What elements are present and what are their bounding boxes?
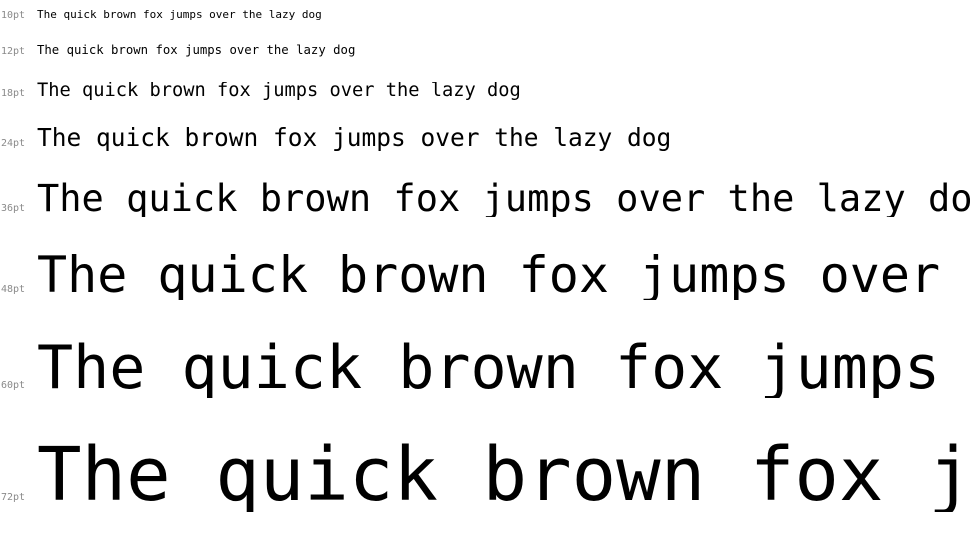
specimen-row-10pt: 10pt The quick brown fox jumps over the … <box>0 9 970 21</box>
sample-text: The quick brown fox jumps over the lazy … <box>37 250 970 300</box>
sample-text: The quick brown fox jumps over the lazy … <box>37 44 356 57</box>
sample-text: The quick brown fox jumps over the lazy … <box>37 180 970 217</box>
specimen-row-36pt: 36pt The quick brown fox jumps over the … <box>0 180 970 217</box>
sample-text: The quick brown fox jumps over the lazy … <box>37 82 521 101</box>
size-label: 12pt <box>1 46 26 57</box>
specimen-row-60pt: 60pt The quick brown fox jumps over the … <box>0 338 970 398</box>
sample-text: The quick brown fox jumps over the lazy … <box>37 438 970 512</box>
specimen-row-72pt: 72pt The quick brown fox jumps over the … <box>0 438 970 512</box>
sample-text: The quick brown fox jumps over the lazy … <box>37 126 672 151</box>
size-label: 36pt <box>1 203 26 214</box>
specimen-row-48pt: 48pt The quick brown fox jumps over the … <box>0 250 970 300</box>
specimen-row-18pt: 18pt The quick brown fox jumps over the … <box>0 82 970 101</box>
size-label: 24pt <box>1 138 26 149</box>
specimen-row-24pt: 24pt The quick brown fox jumps over the … <box>0 126 970 151</box>
size-label: 18pt <box>1 88 26 99</box>
size-label: 60pt <box>1 380 26 391</box>
size-label: 72pt <box>1 492 26 503</box>
sample-text: The quick brown fox jumps over the lazy … <box>37 338 970 398</box>
size-label: 10pt <box>1 10 26 21</box>
sample-text: The quick brown fox jumps over the lazy … <box>37 9 322 21</box>
specimen-row-12pt: 12pt The quick brown fox jumps over the … <box>0 44 970 57</box>
size-label: 48pt <box>1 284 26 295</box>
